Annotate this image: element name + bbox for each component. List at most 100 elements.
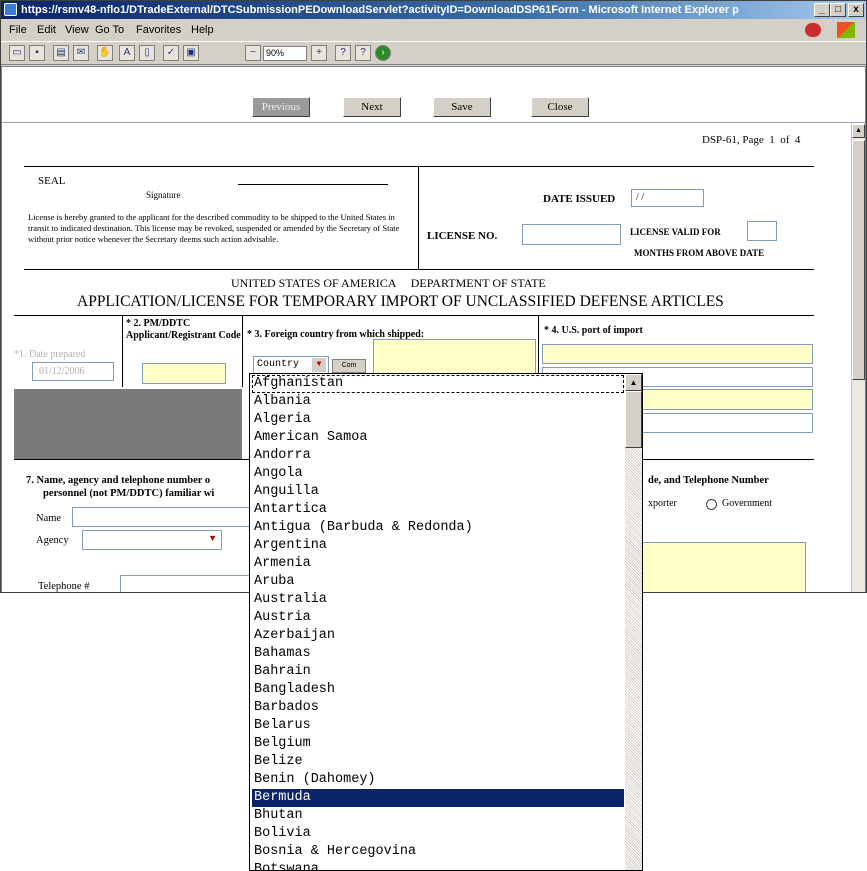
government-radio[interactable]: [706, 499, 717, 510]
list-item[interactable]: Afghanistan: [252, 375, 624, 393]
scroll-thumb[interactable]: [625, 391, 642, 448]
ie-icon: [4, 3, 17, 16]
list-item[interactable]: Benin (Dahomey): [252, 771, 624, 789]
zoom-out-icon[interactable]: −: [245, 45, 261, 61]
list-item[interactable]: Belarus: [252, 717, 624, 735]
dropdown-scrollbar[interactable]: ▲: [625, 374, 642, 870]
menu-help[interactable]: Help: [191, 20, 214, 40]
exporter-radio-label: xporter: [648, 498, 677, 509]
hand-tool-icon[interactable]: ✋: [97, 45, 113, 61]
scroll-up-icon[interactable]: ▲: [625, 374, 642, 391]
zoom-in-icon[interactable]: +: [311, 45, 327, 61]
chevron-down-icon[interactable]: ▼: [208, 533, 217, 543]
list-item[interactable]: Azerbaijan: [252, 627, 624, 645]
country-combo-button[interactable]: Com: [332, 359, 366, 373]
gray-block: [14, 389, 242, 459]
menu-file[interactable]: File: [9, 20, 27, 40]
divider: [24, 166, 814, 167]
scroll-thumb[interactable]: [852, 140, 865, 380]
name-field[interactable]: [72, 507, 252, 527]
save-icon[interactable]: ▪: [29, 45, 45, 61]
list-item[interactable]: Bosnia & Hercegovina: [252, 843, 624, 861]
list-item[interactable]: Bahrain: [252, 663, 624, 681]
agency-select[interactable]: ▼: [82, 530, 222, 550]
license-valid-label: LICENSE VALID FOR: [630, 227, 721, 237]
minimize-button[interactable]: _: [814, 3, 830, 17]
export-field[interactable]: [642, 389, 813, 410]
list-item-selected[interactable]: Bermuda: [252, 789, 624, 807]
cursor-help-icon[interactable]: ?: [335, 45, 351, 61]
menu-go-to[interactable]: Go To: [95, 20, 124, 40]
chevron-down-icon[interactable]: ▼: [312, 358, 326, 372]
divider: [122, 315, 123, 387]
license-no-field[interactable]: [522, 224, 621, 245]
list-item[interactable]: Bahamas: [252, 645, 624, 663]
text-tool-icon[interactable]: A: [119, 45, 135, 61]
list-item[interactable]: Angola: [252, 465, 624, 483]
close-window-button[interactable]: x: [848, 3, 864, 17]
export-field-2[interactable]: [642, 413, 813, 433]
list-item[interactable]: Aruba: [252, 573, 624, 591]
divider: [418, 167, 419, 269]
country-dropdown-list[interactable]: Afghanistan Albania Algeria American Sam…: [249, 373, 643, 871]
list-item[interactable]: Andorra: [252, 447, 624, 465]
registrant-code-field[interactable]: [142, 363, 226, 384]
page-info: DSP-61, Page 1 of 4: [702, 134, 801, 146]
menu-edit[interactable]: Edit: [37, 20, 56, 40]
list-item[interactable]: Belgium: [252, 735, 624, 753]
list-item[interactable]: Belize: [252, 753, 624, 771]
save-button[interactable]: Save: [433, 97, 491, 117]
menu-favorites[interactable]: Favorites: [136, 20, 181, 40]
list-item[interactable]: Bolivia: [252, 825, 624, 843]
print-icon[interactable]: ▤: [53, 45, 69, 61]
port-of-import-field[interactable]: [542, 344, 813, 364]
country-select[interactable]: Country ▼: [253, 356, 329, 374]
help-icon[interactable]: ?: [355, 45, 371, 61]
list-item[interactable]: Algeria: [252, 411, 624, 429]
list-item[interactable]: Antigua (Barbuda & Redonda): [252, 519, 624, 537]
viewer-scrollbar[interactable]: ▲: [851, 124, 865, 592]
port-of-import-label: * 4. U.S. port of import: [544, 325, 643, 336]
form-title: APPLICATION/LICENSE FOR TEMPORARY IMPORT…: [77, 293, 724, 310]
list-item[interactable]: American Samoa: [252, 429, 624, 447]
list-item[interactable]: Argentina: [252, 537, 624, 555]
license-valid-field[interactable]: [747, 221, 777, 241]
section-8-field[interactable]: [642, 542, 806, 592]
license-no-label: LICENSE NO.: [427, 230, 498, 242]
spell-check-icon[interactable]: ✓: [163, 45, 179, 61]
fit-page-icon[interactable]: ▣: [183, 45, 199, 61]
date-issued-label: DATE ISSUED: [543, 193, 616, 205]
open-icon[interactable]: ▭: [9, 45, 25, 61]
next-button[interactable]: Next: [343, 97, 401, 117]
adobe-icon[interactable]: [805, 23, 821, 37]
date-prepared-field[interactable]: 01/12/2006: [32, 362, 114, 381]
form-nav-bar: Previous Next Save Close: [2, 67, 865, 123]
divider: [14, 315, 814, 316]
license-grant-text: License is hereby granted to the applica…: [28, 212, 400, 244]
list-item[interactable]: Bangladesh: [252, 681, 624, 699]
menu-bar: File Edit View Go To Favorites Help: [1, 20, 866, 40]
section-8-partial-label: de, and Telephone Number: [648, 475, 769, 486]
list-item[interactable]: Bhutan: [252, 807, 624, 825]
list-item[interactable]: Antartica: [252, 501, 624, 519]
go-icon[interactable]: ›: [375, 45, 391, 61]
list-item[interactable]: Anguilla: [252, 483, 624, 501]
list-item[interactable]: Botswana: [252, 861, 624, 870]
list-item[interactable]: Austria: [252, 609, 624, 627]
date-issued-field[interactable]: / /: [631, 189, 704, 207]
email-icon[interactable]: ✉: [73, 45, 89, 61]
zoom-select[interactable]: 90%: [263, 46, 307, 61]
date-prepared-label: *1. Date prepared: [14, 349, 86, 360]
menu-view[interactable]: View: [65, 20, 89, 40]
list-item[interactable]: Albania: [252, 393, 624, 411]
list-item[interactable]: Barbados: [252, 699, 624, 717]
list-item[interactable]: Armenia: [252, 555, 624, 573]
close-button[interactable]: Close: [531, 97, 589, 117]
telephone-field[interactable]: [120, 575, 252, 592]
windows-logo-icon: [837, 22, 855, 38]
scroll-up-icon[interactable]: ▲: [852, 124, 865, 138]
select-tool-icon[interactable]: ▯: [139, 45, 155, 61]
maximize-button[interactable]: □: [830, 3, 846, 17]
previous-button[interactable]: Previous: [252, 97, 310, 117]
list-item[interactable]: Australia: [252, 591, 624, 609]
